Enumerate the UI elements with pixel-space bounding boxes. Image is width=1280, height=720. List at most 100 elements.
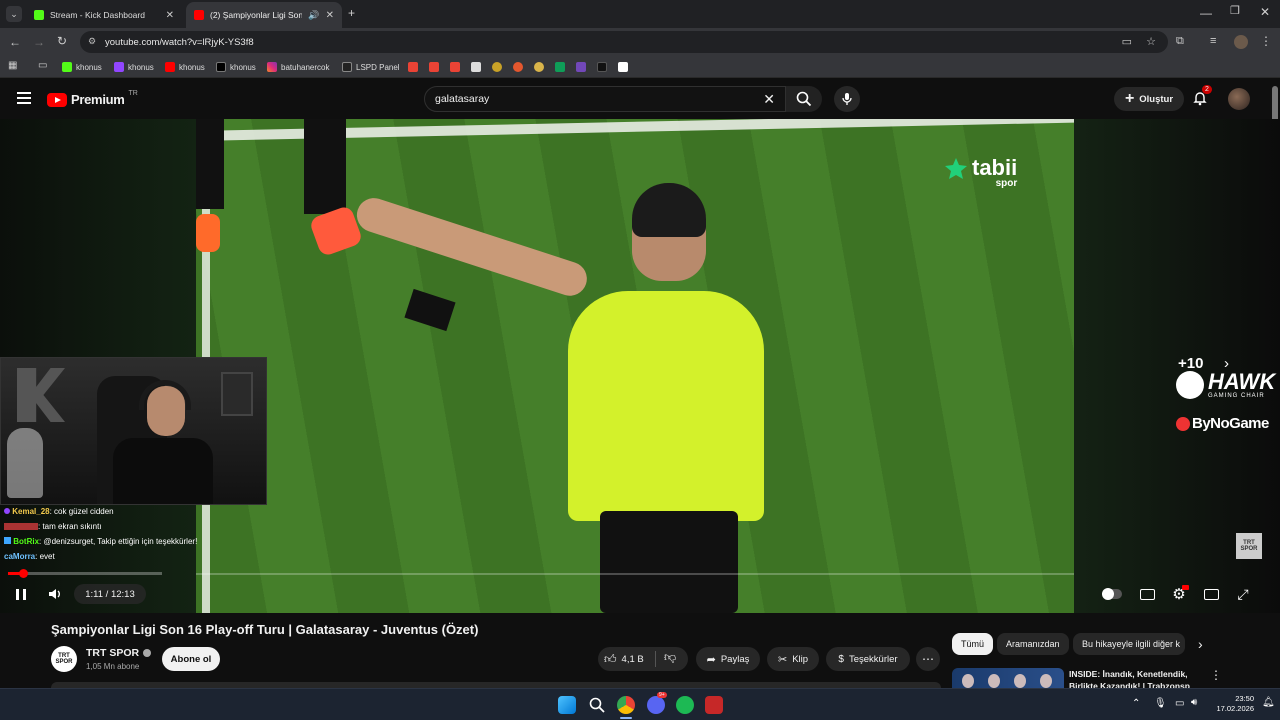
- bookmark-docs[interactable]: [471, 60, 481, 74]
- clock[interactable]: 23:50 17.02.2026: [1210, 694, 1254, 714]
- minimize-icon[interactable]: —: [1200, 7, 1212, 19]
- reload-icon[interactable]: ↻: [57, 35, 67, 47]
- verified-icon: [143, 649, 152, 657]
- profile-avatar[interactable]: [1234, 35, 1248, 49]
- scrubber-handle[interactable]: [18, 569, 28, 578]
- chrome-icon[interactable]: [617, 696, 635, 714]
- tab-kick-dashboard[interactable]: Stream - Kick Dashboard ✕: [26, 2, 182, 28]
- tray-overflow-icon[interactable]: ⌃: [1132, 698, 1140, 709]
- volume-tray-icon[interactable]: 🔊︎: [1191, 697, 1197, 708]
- network-tray-icon[interactable]: ▭: [1175, 698, 1184, 709]
- related-video-title[interactable]: INSIDE: İnandık, Kenetlendik, Birlikte K…: [1069, 668, 1199, 688]
- notification-center-icon[interactable]: 🔔︎: [1262, 697, 1275, 708]
- address-bar[interactable]: ⚙ youtube.com/watch?v=lRjyK-YS3f8 ▭ ☆: [80, 31, 1168, 53]
- fullscreen-button[interactable]: ⤢: [1232, 584, 1254, 604]
- video-seek-bar[interactable]: [196, 573, 1074, 575]
- obs-recording-icon[interactable]: [705, 696, 723, 714]
- microphone-icon: [842, 93, 852, 105]
- miniplayer-button[interactable]: [1200, 584, 1222, 604]
- forward-icon[interactable]: →: [33, 36, 45, 48]
- new-tab-icon[interactable]: +: [348, 7, 355, 19]
- video-player[interactable]: tabii spor +10 › HAWK GAMING CHAIR ByNoG…: [0, 119, 1280, 613]
- bookmark-lspd[interactable]: LSPD Panel: [342, 60, 400, 74]
- windows-start-icon[interactable]: [558, 696, 576, 714]
- subscribe-button[interactable]: Abone ol: [162, 647, 220, 671]
- back-icon[interactable]: ←: [9, 36, 21, 48]
- thanks-button[interactable]: $ Teşekkürler: [826, 647, 910, 671]
- chip-related-story[interactable]: Bu hikayeyle ilgili diğer k: [1073, 633, 1185, 655]
- captions-icon: [1139, 588, 1155, 600]
- search-icon[interactable]: [588, 696, 606, 714]
- dislike-button[interactable]: 👎︎: [664, 650, 676, 665]
- hamburger-menu-icon[interactable]: [17, 92, 31, 104]
- bookmark-star-icon[interactable]: ☆: [1146, 35, 1156, 48]
- bookmark-forms[interactable]: [576, 60, 586, 74]
- search-input[interactable]: galatasaray ✕: [424, 86, 786, 112]
- extensions-icon[interactable]: ⧉: [1176, 36, 1184, 47]
- menu-dots-icon[interactable]: ⋮: [1260, 35, 1272, 47]
- account-avatar[interactable]: [1228, 88, 1250, 110]
- bookmark-youtube[interactable]: khonus: [165, 60, 205, 74]
- chrome-active-indicator: [620, 717, 632, 719]
- folder-icon[interactable]: ▭: [38, 61, 47, 71]
- clip-button[interactable]: ✂ Klip: [767, 647, 819, 671]
- chip-from-search[interactable]: Aramanızdan: [997, 633, 1069, 655]
- gmail-icon: [450, 62, 460, 72]
- share-button[interactable]: ➦ Paylaş: [696, 647, 760, 671]
- bookmark-tiktok[interactable]: [597, 60, 607, 74]
- bynogame-icon: [1176, 416, 1190, 431]
- progress-bar[interactable]: [8, 569, 162, 578]
- more-actions-button[interactable]: ⋯: [916, 647, 940, 671]
- apps-grid-icon[interactable]: ▦: [8, 61, 17, 71]
- close-window-icon[interactable]: ✕: [1260, 6, 1270, 18]
- volume-button[interactable]: [44, 584, 66, 604]
- bookmark-twitch[interactable]: khonus: [114, 60, 154, 74]
- subtitles-button[interactable]: [1136, 584, 1158, 604]
- spotify-icon[interactable]: [676, 696, 694, 714]
- bookmark-site-2[interactable]: [513, 60, 523, 74]
- bookmark-kick[interactable]: khonus: [62, 60, 102, 74]
- chip-all[interactable]: Tümü: [952, 633, 994, 655]
- discord-icon[interactable]: 9+: [647, 692, 667, 714]
- youtube-logo[interactable]: Premium TR: [47, 90, 138, 107]
- related-more-icon[interactable]: ⋮: [1210, 668, 1222, 682]
- bookmark-gmail-2[interactable]: [429, 60, 439, 74]
- bookmark-instagram[interactable]: batuhanercok: [267, 60, 329, 74]
- x-icon: [216, 62, 226, 72]
- voice-search-button[interactable]: [834, 86, 860, 112]
- close-tab-icon[interactable]: ✕: [166, 10, 174, 21]
- cast-icon[interactable]: ▭: [1122, 35, 1132, 48]
- forms-icon: [576, 62, 586, 72]
- microphone-tray-icon[interactable]: 🎙︎: [1154, 698, 1167, 709]
- autoplay-toggle[interactable]: [1101, 584, 1123, 604]
- search-button[interactable]: [786, 86, 822, 112]
- restore-icon[interactable]: ❐: [1230, 6, 1240, 17]
- bookmark-notion[interactable]: [618, 60, 628, 74]
- site-icon: [513, 62, 523, 72]
- media-icon[interactable]: ≡: [1210, 36, 1216, 47]
- chips-next-icon[interactable]: ›: [1198, 636, 1203, 652]
- bookmark-x[interactable]: khonus: [216, 60, 256, 74]
- channel-avatar[interactable]: TRT SPOR: [51, 646, 77, 672]
- channel-name[interactable]: TRT SPOR: [86, 647, 152, 659]
- notifications-button[interactable]: 2: [1192, 85, 1212, 108]
- tab-list-icon[interactable]: ⌄: [6, 6, 22, 22]
- site-icon: [534, 62, 544, 72]
- pause-button[interactable]: [10, 584, 32, 604]
- site-info-icon[interactable]: ⚙: [88, 36, 96, 47]
- bookmark-gmail-3[interactable]: [450, 60, 460, 74]
- bookmark-site-3[interactable]: [534, 60, 544, 74]
- create-button[interactable]: + Oluştur: [1114, 87, 1184, 111]
- tab-youtube-video[interactable]: (2) Şampiyonlar Ligi Son 16 🔊 ✕: [186, 2, 342, 28]
- like-button[interactable]: 👍︎ 4,1 B: [604, 650, 644, 668]
- clear-search-icon[interactable]: ✕: [763, 91, 775, 108]
- settings-button[interactable]: ⚙: [1168, 584, 1190, 604]
- bookmark-sheets[interactable]: [555, 60, 565, 74]
- browser-toolbar: ← → ↻ ⚙ youtube.com/watch?v=lRjyK-YS3f8 …: [0, 28, 1280, 56]
- related-video-thumbnail[interactable]: [952, 668, 1064, 688]
- bookmark-gmail-1[interactable]: [408, 60, 418, 74]
- referee-arm: [352, 193, 592, 301]
- bookmark-site-1[interactable]: [492, 60, 502, 74]
- share-icon: ➦: [706, 653, 716, 666]
- close-tab-icon[interactable]: ✕: [326, 10, 334, 21]
